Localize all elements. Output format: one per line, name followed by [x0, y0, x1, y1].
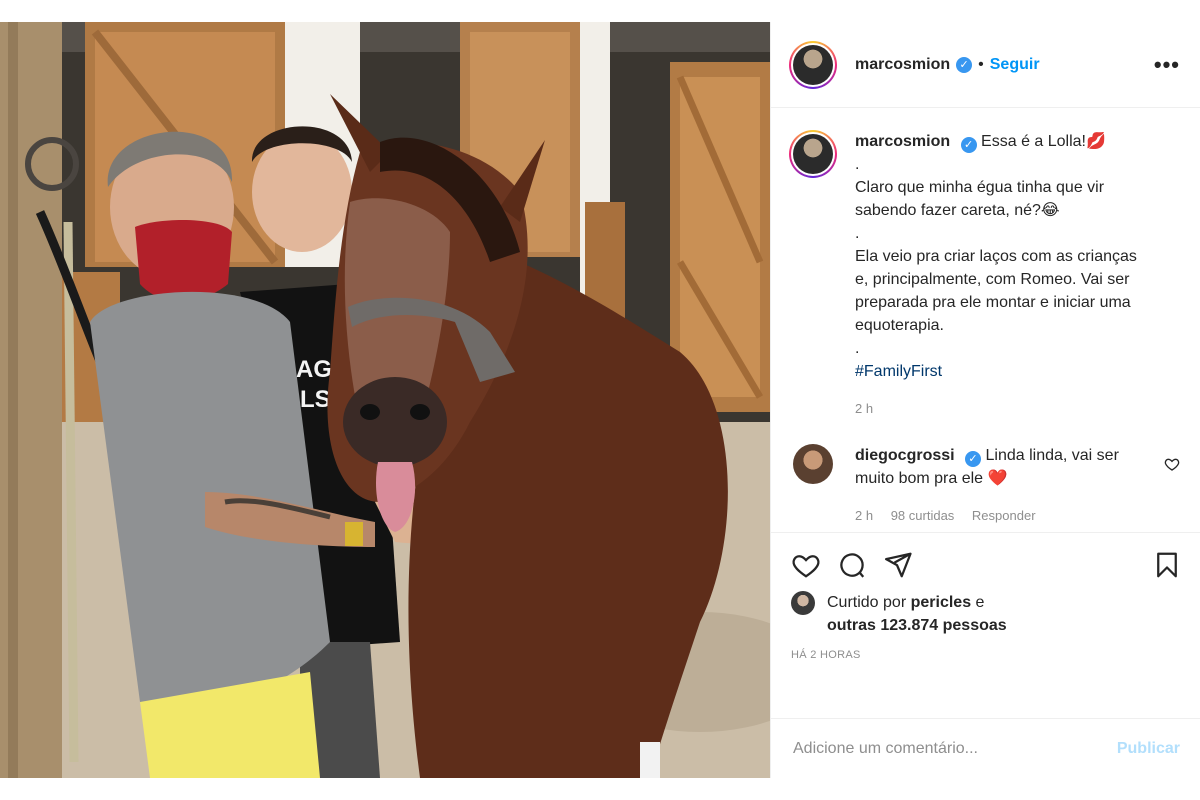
action-bar — [791, 547, 1182, 583]
post-side-panel: marcosmion ✓ • Seguir ••• marcosmion ✓ E… — [770, 22, 1200, 778]
comment-like-heart-icon[interactable] — [1164, 456, 1180, 472]
caption-line: Essa é a Lolla!💋 — [981, 133, 1106, 150]
caption-line: Ela veio pra criar laços com as crianças… — [855, 248, 1137, 334]
caption-line: Claro que minha égua tinha que vir saben… — [855, 179, 1105, 219]
caption-line: . — [855, 156, 860, 173]
liker-username[interactable]: pericles — [911, 594, 971, 611]
comment-likes[interactable]: 98 curtidas — [891, 508, 955, 523]
likes-text: Curtido por pericles e outras 123.874 pe… — [827, 591, 1007, 637]
caption-text: marcosmion ✓ Essa é a Lolla!💋 . Claro qu… — [855, 130, 1145, 420]
caption-author-avatar[interactable] — [789, 130, 837, 178]
liker-avatar[interactable] — [791, 591, 815, 615]
bookmark-icon[interactable] — [1152, 550, 1182, 580]
comment-text: diegocgrossi ✓ Linda linda, vai ser muit… — [855, 444, 1145, 527]
post-header: marcosmion ✓ • Seguir ••• — [771, 22, 1200, 108]
publish-button[interactable]: Publicar — [1117, 740, 1180, 758]
caption-item: marcosmion ✓ Essa é a Lolla!💋 . Claro qu… — [789, 130, 1180, 420]
share-icon[interactable] — [883, 550, 913, 580]
add-comment-bar: Adicione um comentário... Publicar — [771, 718, 1200, 778]
verified-badge-icon: ✓ — [956, 56, 973, 73]
heart-icon[interactable] — [791, 550, 821, 580]
hashtag-link[interactable]: #FamilyFirst — [855, 360, 1145, 383]
post-photo[interactable]: AGO LS — [0, 22, 770, 778]
commenter-username[interactable]: diegocgrossi — [855, 447, 955, 464]
reply-button[interactable]: Responder — [972, 508, 1036, 523]
commenter-avatar[interactable] — [793, 444, 833, 484]
photo-illustration: AGO LS — [0, 22, 770, 778]
likes-summary: Curtido por pericles e outras 123.874 pe… — [791, 591, 1182, 637]
likes-prefix: Curtido por — [827, 594, 907, 611]
comments-list[interactable]: marcosmion ✓ Essa é a Lolla!💋 . Claro qu… — [771, 108, 1200, 532]
verified-badge-icon: ✓ — [960, 137, 977, 153]
comment-time[interactable]: 2 h — [855, 508, 873, 523]
likes-others-count[interactable]: outras 123.874 pessoas — [827, 617, 1007, 634]
caption-username[interactable]: marcosmion — [855, 133, 950, 150]
header-separator: • — [978, 55, 984, 73]
posted-time[interactable]: HÁ 2 HORAS — [791, 649, 1182, 661]
caption-meta: 2 h — [855, 397, 1145, 420]
verified-badge-icon: ✓ — [965, 451, 982, 467]
likes-conjunction: e — [975, 594, 985, 611]
author-avatar[interactable] — [789, 40, 837, 89]
comment-item: diegocgrossi ✓ Linda linda, vai ser muit… — [789, 444, 1180, 527]
caption-time[interactable]: 2 h — [855, 401, 873, 416]
instagram-post: AGO LS marcosmion ✓ • Seguir ••• marcosm… — [0, 22, 1200, 778]
caption-line: . — [855, 225, 860, 242]
author-username[interactable]: marcosmion — [855, 56, 950, 74]
caption-line: . — [855, 340, 860, 357]
comment-input[interactable]: Adicione um comentário... — [793, 740, 978, 758]
follow-button[interactable]: Seguir — [990, 56, 1040, 74]
comment-icon[interactable] — [837, 550, 867, 580]
more-options-icon[interactable]: ••• — [1154, 52, 1180, 78]
comment-meta: 2 h 98 curtidas Responder — [855, 504, 1145, 527]
post-actions-section: Curtido por pericles e outras 123.874 pe… — [771, 532, 1200, 718]
svg-text:LS: LS — [300, 386, 331, 413]
